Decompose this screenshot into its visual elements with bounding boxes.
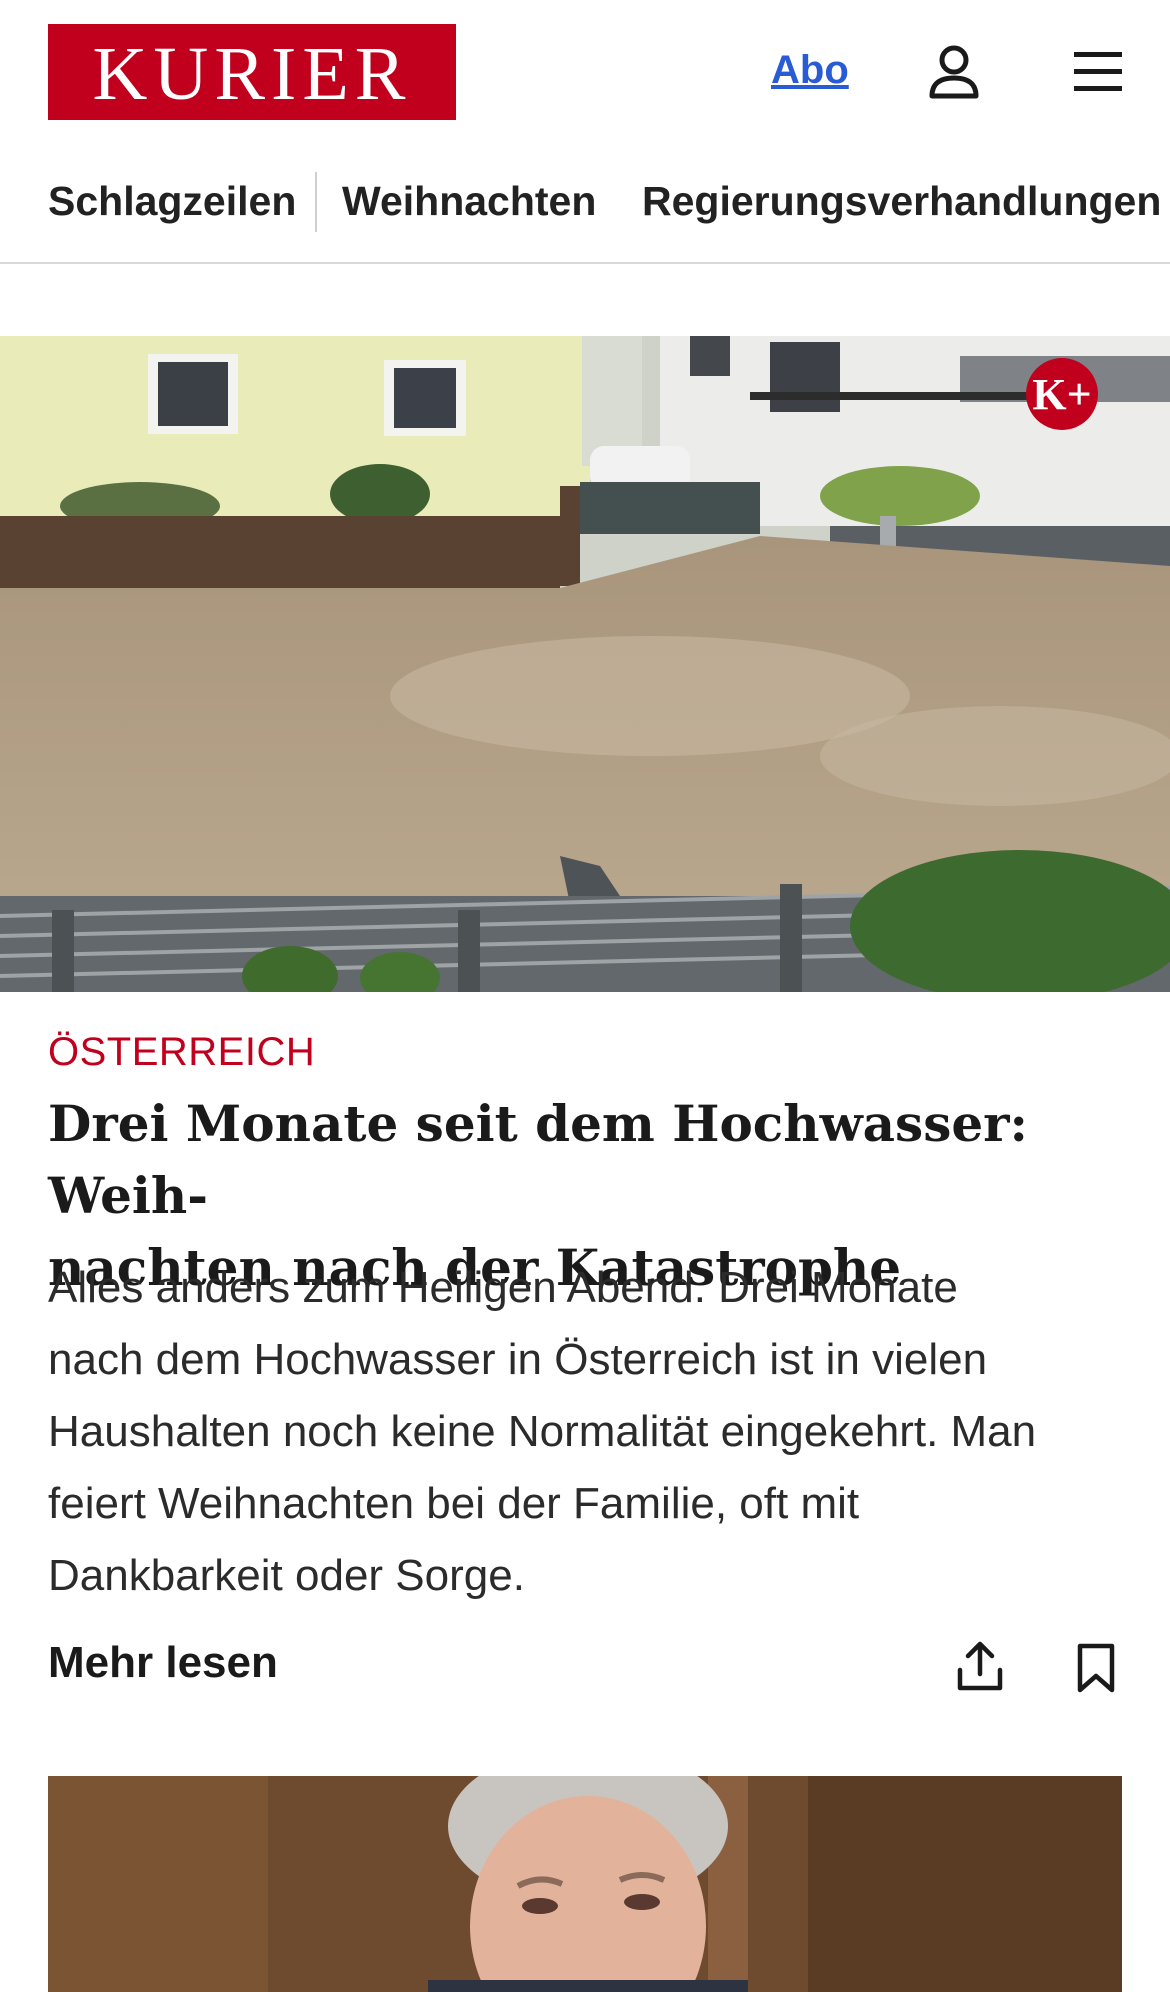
abo-link[interactable]: Abo [771, 48, 849, 93]
teaser-line: Alles anders zum Heiligen Abend. Drei Mo… [48, 1263, 958, 1312]
article-hero-image[interactable] [0, 336, 1170, 992]
teaser-line: Dankbarkeit oder Sorge. [48, 1551, 525, 1600]
read-more-link[interactable]: Mehr lesen [48, 1638, 278, 1688]
section-nav: Schlagzeilen Weihnachten Regierungsverha… [0, 160, 1170, 264]
bookmark-icon[interactable] [1066, 1638, 1126, 1698]
teaser-line: feiert Weihnachten bei der Familie, oft … [48, 1479, 860, 1528]
share-icon[interactable] [950, 1636, 1010, 1696]
second-article-image[interactable] [48, 1776, 1122, 1992]
k-plus-label: K+ [1032, 369, 1092, 419]
site-header: KURIER Abo [0, 0, 1170, 145]
nav-item-weihnachten[interactable]: Weihnachten [342, 178, 596, 225]
teaser-line: Haushalten noch keine Normalität eingeke… [48, 1407, 1037, 1456]
hamburger-menu-icon[interactable] [1068, 42, 1128, 102]
headline-line-1[interactable]: Drei Monate seit dem Hochwasser: Weih- [48, 1088, 1128, 1232]
user-icon[interactable] [924, 42, 984, 102]
nav-item-regierungsverhandlungen[interactable]: Regierungsverhandlungen [642, 178, 1161, 225]
article-teaser: Alles anders zum Heiligen Abend. Drei Mo… [48, 1252, 1138, 1612]
teaser-line: nach dem Hochwasser in Österreich ist in… [48, 1335, 988, 1384]
article-category[interactable]: ÖSTERREICH [48, 1030, 315, 1075]
kurier-logo[interactable]: KURIER [48, 24, 456, 120]
nav-item-schlagzeilen[interactable]: Schlagzeilen [48, 178, 296, 225]
nav-divider [315, 172, 317, 232]
k-plus-badge: K+ [1026, 358, 1098, 430]
